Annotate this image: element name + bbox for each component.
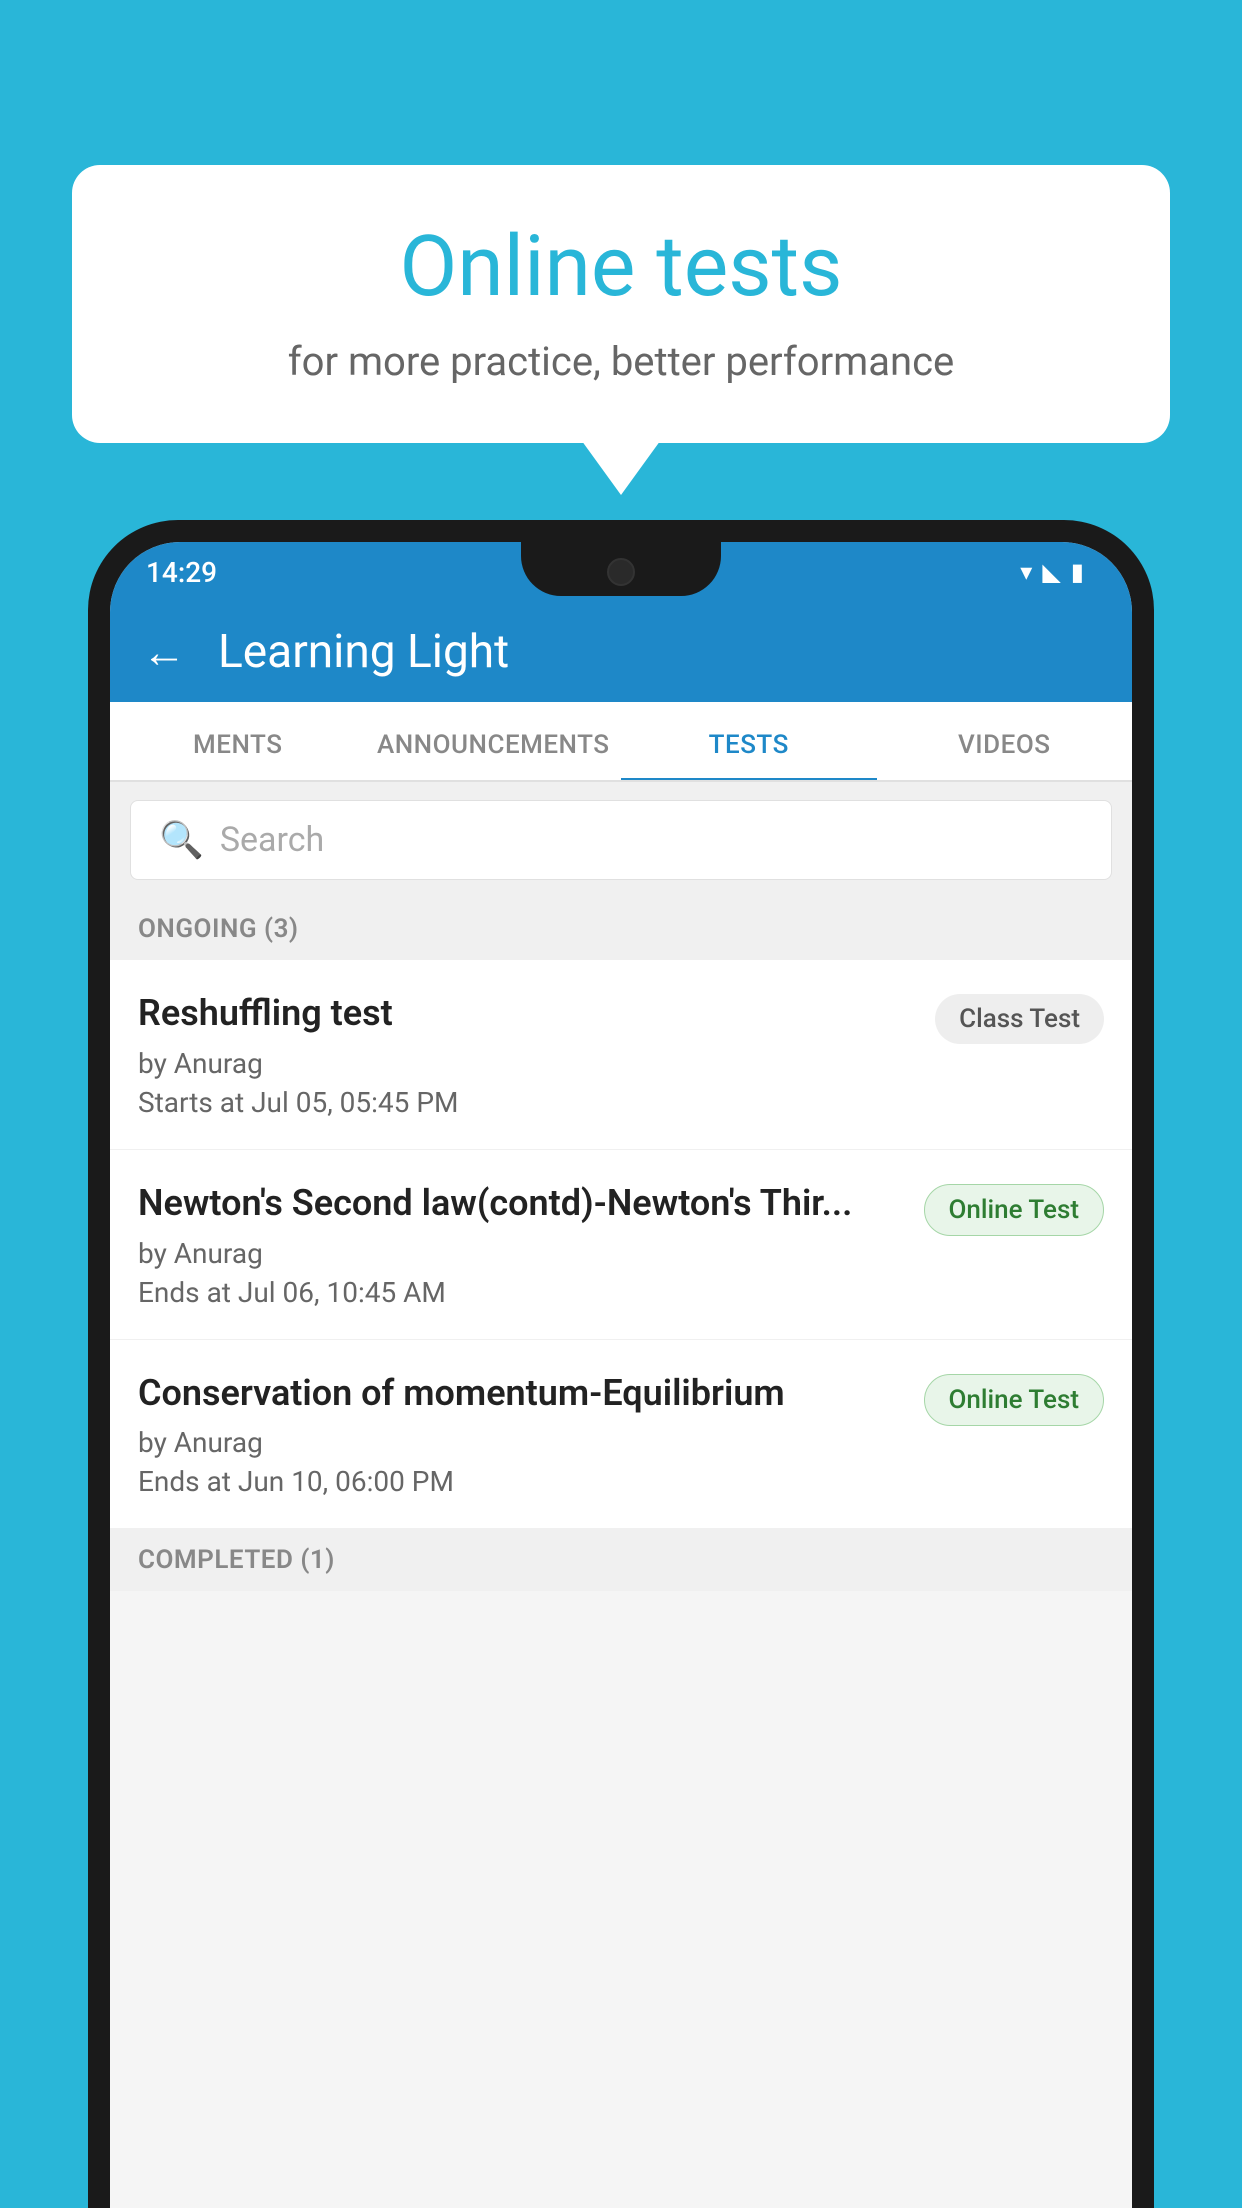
signal-icon: ◣	[1042, 558, 1060, 586]
test-author: by Anurag	[138, 1426, 904, 1459]
search-container: 🔍 Search	[110, 782, 1132, 898]
test-author: by Anurag	[138, 1047, 915, 1080]
search-bar[interactable]: 🔍 Search	[130, 800, 1112, 880]
test-item[interactable]: Newton's Second law(contd)-Newton's Thir…	[110, 1150, 1132, 1340]
status-icons: ▾ ◣ ▮	[1020, 558, 1084, 586]
test-badge-online: Online Test	[924, 1184, 1105, 1236]
search-placeholder: Search	[220, 820, 324, 860]
bubble-title: Online tests	[132, 217, 1110, 318]
phone-inner: 14:29 ▾ ◣ ▮ ← Learning Light MENTS ANNOU…	[110, 542, 1132, 2208]
status-time: 14:29	[146, 556, 217, 589]
app-title: Learning Light	[218, 625, 509, 679]
test-name: Reshuffling test	[138, 990, 915, 1037]
test-badge-online: Online Test	[924, 1374, 1105, 1426]
search-icon: 🔍	[159, 819, 204, 861]
test-time: Starts at Jul 05, 05:45 PM	[138, 1086, 915, 1119]
tab-tests[interactable]: TESTS	[621, 702, 877, 780]
tab-announcements[interactable]: ANNOUNCEMENTS	[366, 702, 622, 780]
test-badge-class: Class Test	[935, 994, 1104, 1044]
test-name: Newton's Second law(contd)-Newton's Thir…	[138, 1180, 904, 1227]
test-time: Ends at Jul 06, 10:45 AM	[138, 1276, 904, 1309]
test-info: Conservation of momentum-Equilibrium by …	[138, 1370, 924, 1499]
phone-notch	[521, 542, 721, 596]
promo-bubble: Online tests for more practice, better p…	[72, 165, 1170, 443]
tab-videos[interactable]: VIDEOS	[877, 702, 1133, 780]
completed-section: COMPLETED (1)	[110, 1529, 1132, 1591]
test-author: by Anurag	[138, 1237, 904, 1270]
test-item[interactable]: Reshuffling test by Anurag Starts at Jul…	[110, 960, 1132, 1150]
test-time: Ends at Jun 10, 06:00 PM	[138, 1465, 904, 1498]
wifi-icon: ▾	[1020, 558, 1032, 586]
test-info: Reshuffling test by Anurag Starts at Jul…	[138, 990, 935, 1119]
phone-wrapper: 14:29 ▾ ◣ ▮ ← Learning Light MENTS ANNOU…	[88, 520, 1154, 2208]
battery-icon: ▮	[1071, 558, 1084, 586]
phone-camera	[607, 558, 635, 586]
test-info: Newton's Second law(contd)-Newton's Thir…	[138, 1180, 924, 1309]
test-item[interactable]: Conservation of momentum-Equilibrium by …	[110, 1340, 1132, 1530]
phone-outer: 14:29 ▾ ◣ ▮ ← Learning Light MENTS ANNOU…	[88, 520, 1154, 2208]
tests-list: Reshuffling test by Anurag Starts at Jul…	[110, 960, 1132, 1529]
back-button[interactable]: ←	[142, 626, 186, 678]
ongoing-section-label: ONGOING (3)	[110, 898, 1132, 960]
app-bar: ← Learning Light	[110, 602, 1132, 702]
test-name: Conservation of momentum-Equilibrium	[138, 1370, 904, 1417]
completed-label: COMPLETED (1)	[138, 1545, 335, 1575]
tab-ments[interactable]: MENTS	[110, 702, 366, 780]
bubble-subtitle: for more practice, better performance	[132, 338, 1110, 385]
tabs-bar: MENTS ANNOUNCEMENTS TESTS VIDEOS	[110, 702, 1132, 782]
